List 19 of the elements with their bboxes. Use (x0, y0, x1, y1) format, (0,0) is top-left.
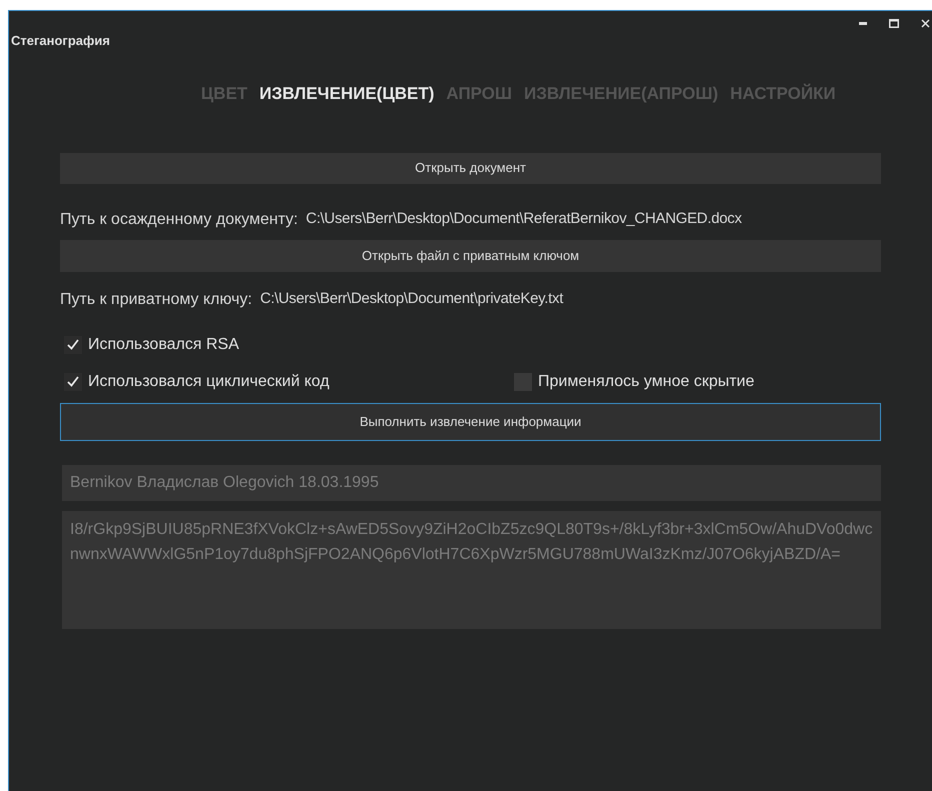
checkbox-label: Использовался RSA (88, 334, 239, 354)
close-icon[interactable] (921, 19, 930, 28)
result-field[interactable]: Bernikov Владислав Olegovich 18.03.1995 (62, 464, 881, 500)
open-document-button[interactable]: Открыть документ (60, 152, 881, 184)
extract-button[interactable]: Выполнить извлечение информации (60, 402, 881, 440)
document-path: C:\Users\Berr\Desktop\Document\ReferatBernikov_CHANGED.docx (306, 209, 742, 230)
window-title: Стеганография (11, 32, 110, 50)
minimize-icon[interactable] (859, 22, 867, 26)
checkbox-label: Применялось умное скрытие (538, 372, 754, 392)
open-key-button[interactable]: Открыть файл с приватным ключом (60, 240, 881, 272)
checkbox[interactable] (64, 336, 82, 354)
key-path: C:\Users\Berr\Desktop\Document\privateKey.txt (260, 289, 564, 310)
tab[interactable]: ИЗВЛЕЧЕНИЕ(ЦВЕТ) (259, 80, 434, 106)
checkbox[interactable] (64, 372, 82, 390)
document-path-label: Путь к осажденному документу: (60, 210, 298, 230)
key-path-label: Путь к приватному ключу: (60, 290, 252, 310)
result-text-area[interactable]: I8/rGkp9SjBUIU85pRNE3fXVokClz+sAwED5Sovy9ZiH2oCIbZ5zc9QL80T9s+/8kLyf3br+3xlCm5Ow/AhuDVo0dwcnwnxWAWWxlG5nP1oy7du8phSjFPO2ANQ6p6VlotH7C6XpWzr5MGU788mUWaI3zKmz/J07O6kyjABZD/A= (62, 510, 881, 628)
maximize-icon[interactable] (889, 19, 899, 28)
checkbox-label: Использовался циклический код (88, 372, 330, 392)
